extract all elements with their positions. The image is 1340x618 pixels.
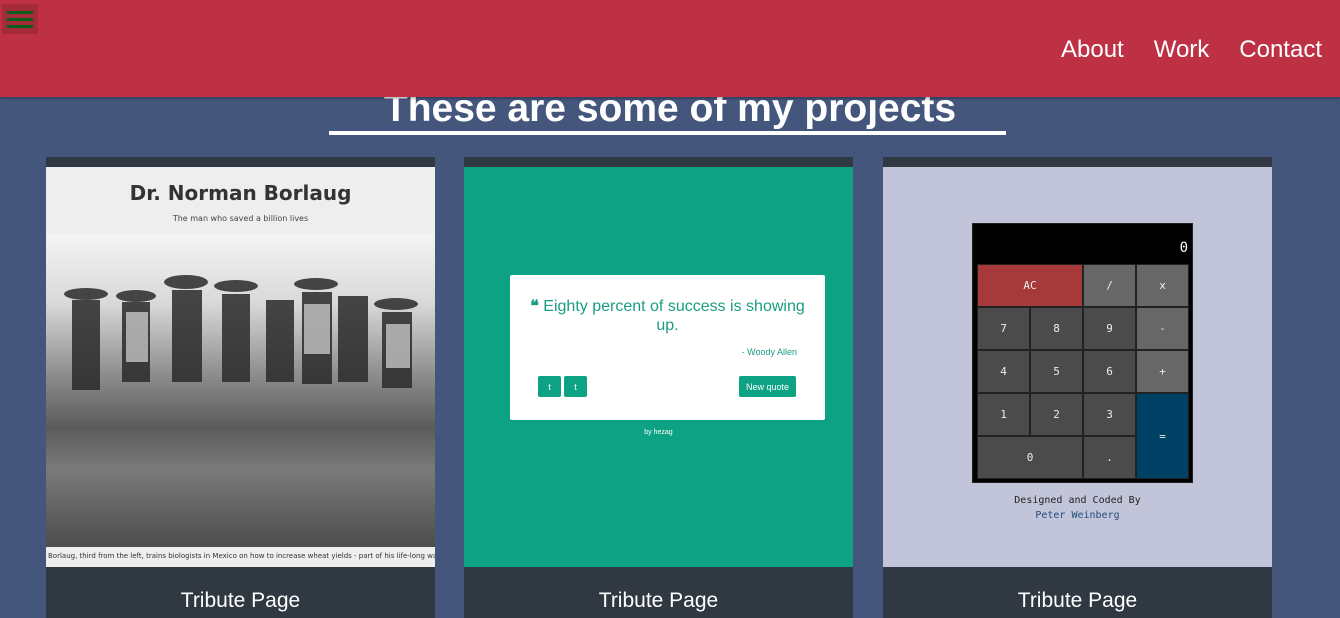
tumblr-icon[interactable]: t xyxy=(564,376,587,397)
quote-byline: by hezag xyxy=(644,429,673,436)
nav-link-contact[interactable]: Contact xyxy=(1239,36,1322,64)
quote-box: ❝ Eighty percent of success is showing u… xyxy=(510,275,825,420)
twitter-icon[interactable]: t xyxy=(538,376,561,397)
calc-minus-button[interactable]: - xyxy=(1136,307,1189,350)
calc-0-button[interactable]: 0 xyxy=(977,436,1083,479)
navbar: About Work Contact xyxy=(0,0,1340,97)
project-title[interactable]: Tribute Page xyxy=(883,589,1272,613)
calc-multiply-button[interactable]: x xyxy=(1136,264,1189,307)
calc-3-button[interactable]: 3 xyxy=(1083,393,1136,436)
project-card-tribute[interactable]: Dr. Norman Borlaug The man who saved a b… xyxy=(46,157,435,618)
calc-7-button[interactable]: 7 xyxy=(977,307,1030,350)
quote-author: - Woody Allen xyxy=(741,347,797,357)
calc-equals-button[interactable]: = xyxy=(1136,393,1189,479)
tribute-photo xyxy=(46,234,435,547)
calculator-credit: Designed and Coded By Peter Weinberg xyxy=(883,493,1272,523)
tribute-name: Dr. Norman Borlaug xyxy=(129,181,352,205)
tribute-caption: Borlaug, third from the left, trains bio… xyxy=(46,547,435,567)
project-thumbnail[interactable]: 0 AC / x 7 8 9 - 4 5 6 + 1 2 3 = 0 . Des… xyxy=(883,167,1272,567)
nav-link-work[interactable]: Work xyxy=(1154,36,1210,64)
calc-8-button[interactable]: 8 xyxy=(1030,307,1083,350)
tribute-header: Dr. Norman Borlaug The man who saved a b… xyxy=(46,167,435,234)
calc-4-button[interactable]: 4 xyxy=(977,350,1030,393)
calculator: 0 AC / x 7 8 9 - 4 5 6 + 1 2 3 = 0 . xyxy=(972,223,1193,483)
quote-mark-icon: ❝ xyxy=(530,298,539,315)
project-card-calculator[interactable]: 0 AC / x 7 8 9 - 4 5 6 + 1 2 3 = 0 . Des… xyxy=(883,157,1272,618)
quote-text: ❝ Eighty percent of success is showing u… xyxy=(530,298,805,334)
calc-2-button[interactable]: 2 xyxy=(1030,393,1083,436)
calc-6-button[interactable]: 6 xyxy=(1083,350,1136,393)
calc-divide-button[interactable]: / xyxy=(1083,264,1136,307)
tribute-subtitle: The man who saved a billion lives xyxy=(172,214,309,223)
credit-line: Designed and Coded By xyxy=(1014,495,1141,506)
project-card-quote[interactable]: ❝ Eighty percent of success is showing u… xyxy=(464,157,853,618)
new-quote-button[interactable]: New quote xyxy=(739,376,796,397)
calc-plus-button[interactable]: + xyxy=(1136,350,1189,393)
project-thumbnail[interactable]: Dr. Norman Borlaug The man who saved a b… xyxy=(46,167,435,567)
calc-decimal-button[interactable]: . xyxy=(1083,436,1136,479)
hamburger-menu-icon[interactable] xyxy=(2,4,38,34)
project-title[interactable]: Tribute Page xyxy=(46,589,435,613)
project-title[interactable]: Tribute Page xyxy=(464,589,853,613)
nav-links: About Work Contact xyxy=(1061,36,1322,64)
calculator-background: 0 AC / x 7 8 9 - 4 5 6 + 1 2 3 = 0 . Des… xyxy=(883,167,1272,567)
credit-author[interactable]: Peter Weinberg xyxy=(883,508,1272,523)
calc-1-button[interactable]: 1 xyxy=(977,393,1030,436)
project-thumbnail[interactable]: ❝ Eighty percent of success is showing u… xyxy=(464,167,853,567)
calculator-display: 0 xyxy=(1179,240,1188,256)
calc-9-button[interactable]: 9 xyxy=(1083,307,1136,350)
nav-link-about[interactable]: About xyxy=(1061,36,1124,64)
quote-background: ❝ Eighty percent of success is showing u… xyxy=(464,167,853,567)
heading-underline xyxy=(329,131,1006,135)
calc-5-button[interactable]: 5 xyxy=(1030,350,1083,393)
calc-ac-button[interactable]: AC xyxy=(977,264,1083,307)
